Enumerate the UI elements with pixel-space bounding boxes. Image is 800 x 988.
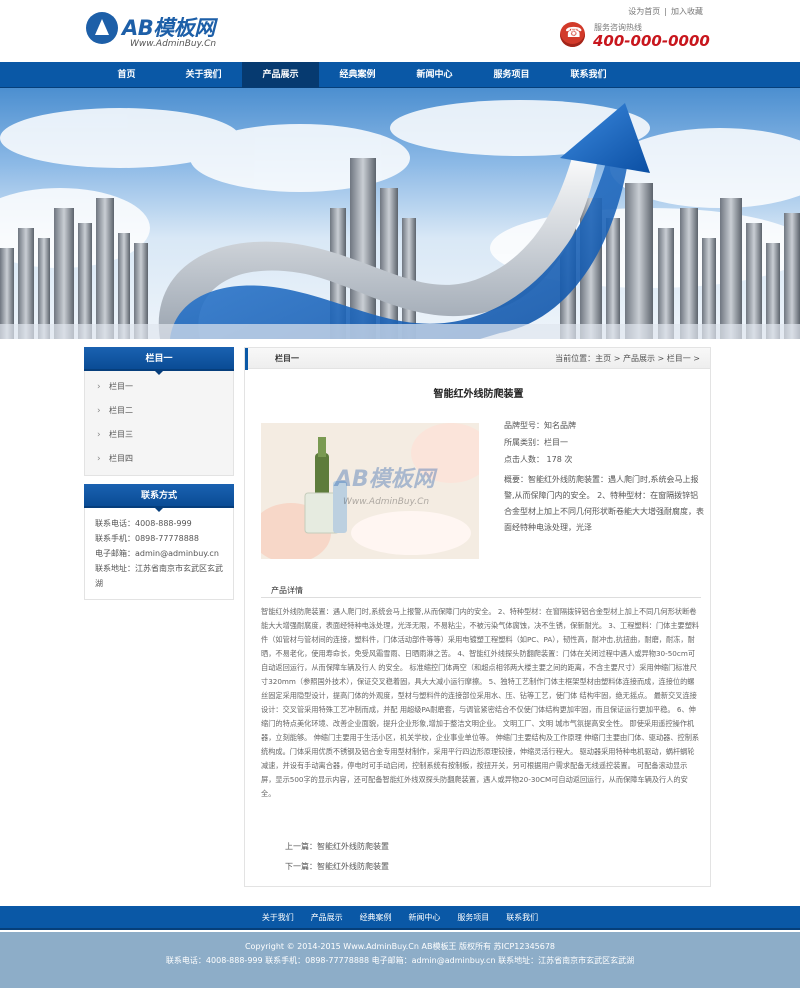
nav-item-news[interactable]: 新闻中心 <box>396 62 473 88</box>
sidebar-item-1[interactable]: 栏目一 <box>85 375 233 399</box>
nav-item-cases[interactable]: 经典案例 <box>319 62 396 88</box>
product-image: AB模板网 Www.AdminBuy.Cn <box>261 423 479 559</box>
footer-copyright: Copyright © 2014-2015 Www.AdminBuy.Cn AB… <box>244 942 556 951</box>
footer-link-products[interactable]: 产品展示 <box>311 906 343 930</box>
main-nav: 首页 关于我们 产品展示 经典案例 新闻中心 服务项目 联系我们 <box>0 62 800 88</box>
city-arrow-illustration <box>0 100 800 339</box>
contact-box: 联系方式 联系电话：4008-888-999 联系手机：0898-7777888… <box>84 484 234 600</box>
logo-url: Www.AdminBuy.Cn <box>130 39 217 49</box>
footer-link-news[interactable]: 新闻中心 <box>408 906 440 930</box>
main-area: 栏目一 栏目一 栏目二 栏目三 栏目四 联系方式 联系电话：4008-888-9… <box>0 339 800 905</box>
sidebar-item-3[interactable]: 栏目三 <box>85 423 233 447</box>
product-views: 点击人数： 178 次 <box>504 455 573 464</box>
breadcrumb[interactable]: 当前位置：主页 > 产品展示 > 栏目一 > <box>555 353 700 364</box>
sidebar: 栏目一 栏目一 栏目二 栏目三 栏目四 联系方式 联系电话：4008-888-9… <box>84 347 234 600</box>
footer-link-contact[interactable]: 联系我们 <box>506 906 538 930</box>
next-link[interactable]: 下一篇：智能红外线防爬装置 <box>285 857 389 877</box>
sidebar-item-2[interactable]: 栏目二 <box>85 399 233 423</box>
nav-item-contact[interactable]: 联系我们 <box>550 62 627 88</box>
footer-nav: 关于我们 产品展示 经典案例 新闻中心 服务项目 联系我们 <box>0 906 800 930</box>
set-homepage-link[interactable]: 设为首页 <box>628 7 660 16</box>
footer-link-about[interactable]: 关于我们 <box>262 906 294 930</box>
contact-box-title: 联系方式 <box>84 484 234 512</box>
footer-contact: 联系电话：4008-888-999 联系手机：0898-77778888 电子邮… <box>165 956 635 965</box>
footer-link-services[interactable]: 服务项目 <box>457 906 489 930</box>
product-model: 品牌型号：知名品牌 <box>504 421 576 430</box>
detail-text: 智能红外线防爬装置：遇人爬门时,系统会马上报警,从而保障门内的安全。 2、特种型… <box>261 607 700 798</box>
top-links: 设为首页 | 加入收藏 <box>626 6 705 17</box>
category-list: 栏目一 栏目二 栏目三 栏目四 <box>84 371 234 476</box>
contact-email: 电子邮箱：admin@adminbuy.cn <box>95 549 219 558</box>
nav-item-products[interactable]: 产品展示 <box>242 62 319 88</box>
hotline: 服务咨询热线 400-000-0000 <box>560 22 760 56</box>
nav-item-about[interactable]: 关于我们 <box>165 62 242 88</box>
content-header: 栏目一 当前位置：主页 > 产品展示 > 栏目一 > <box>245 347 710 370</box>
prev-next-links: 上一篇：智能红外线防爬装置 下一篇：智能红外线防爬装置 <box>285 837 389 877</box>
top-links-divider: | <box>664 7 667 16</box>
category-box-title: 栏目一 <box>84 347 234 375</box>
footer-link-cases[interactable]: 经典案例 <box>360 906 392 930</box>
hero-banner <box>0 88 800 339</box>
add-favorite-link[interactable]: 加入收藏 <box>671 7 703 16</box>
contact-address: 联系地址：江苏省南京市玄武区玄武湖 <box>95 564 223 588</box>
product-summary: 概要：智能红外线防爬装置：遇人爬门时,系统会马上报警,从而保障门内的安全。 2、… <box>504 475 704 532</box>
detail-tab: 产品详情 <box>261 579 701 598</box>
image-watermark: AB模板网 <box>335 467 435 492</box>
contact-mobile: 联系手机：0898-77778888 <box>95 534 199 543</box>
logo-text: AB模板网 <box>122 16 215 40</box>
detail-heading[interactable]: 产品详情 <box>271 585 303 596</box>
section-title: 栏目一 <box>275 354 299 363</box>
logo[interactable]: AB模板网 Www.AdminBuy.Cn <box>86 12 256 52</box>
contact-box-body: 联系电话：4008-888-999 联系手机：0898-77778888 电子邮… <box>84 508 234 600</box>
image-watermark-url: Www.AdminBuy.Cn <box>343 497 430 507</box>
sidebar-item-4[interactable]: 栏目四 <box>85 447 233 471</box>
hotline-number: 400-000-0000 <box>593 32 710 50</box>
phone-icon <box>560 22 585 47</box>
nav-item-home[interactable]: 首页 <box>88 62 165 88</box>
site-header: AB模板网 Www.AdminBuy.Cn 设为首页 | 加入收藏 服务咨询热线 4… <box>0 0 800 62</box>
nav-item-services[interactable]: 服务项目 <box>473 62 550 88</box>
product-info: 品牌型号：知名品牌 所属类别：栏目一 点击人数： 178 次 概要：智能红外线防… <box>504 419 704 540</box>
product-title: 智能红外线防爬装置 <box>433 389 524 400</box>
footer: Copyright © 2014-2015 Www.AdminBuy.Cn AB… <box>0 932 800 988</box>
logo-mark-icon <box>86 12 118 44</box>
content-panel: 栏目一 当前位置：主页 > 产品展示 > 栏目一 > 智能红外线防爬装置 AB模… <box>244 347 711 887</box>
product-category: 所属类别：栏目一 <box>504 438 568 447</box>
contact-phone: 联系电话：4008-888-999 <box>95 519 192 528</box>
prev-link[interactable]: 上一篇：智能红外线防爬装置 <box>285 837 389 857</box>
